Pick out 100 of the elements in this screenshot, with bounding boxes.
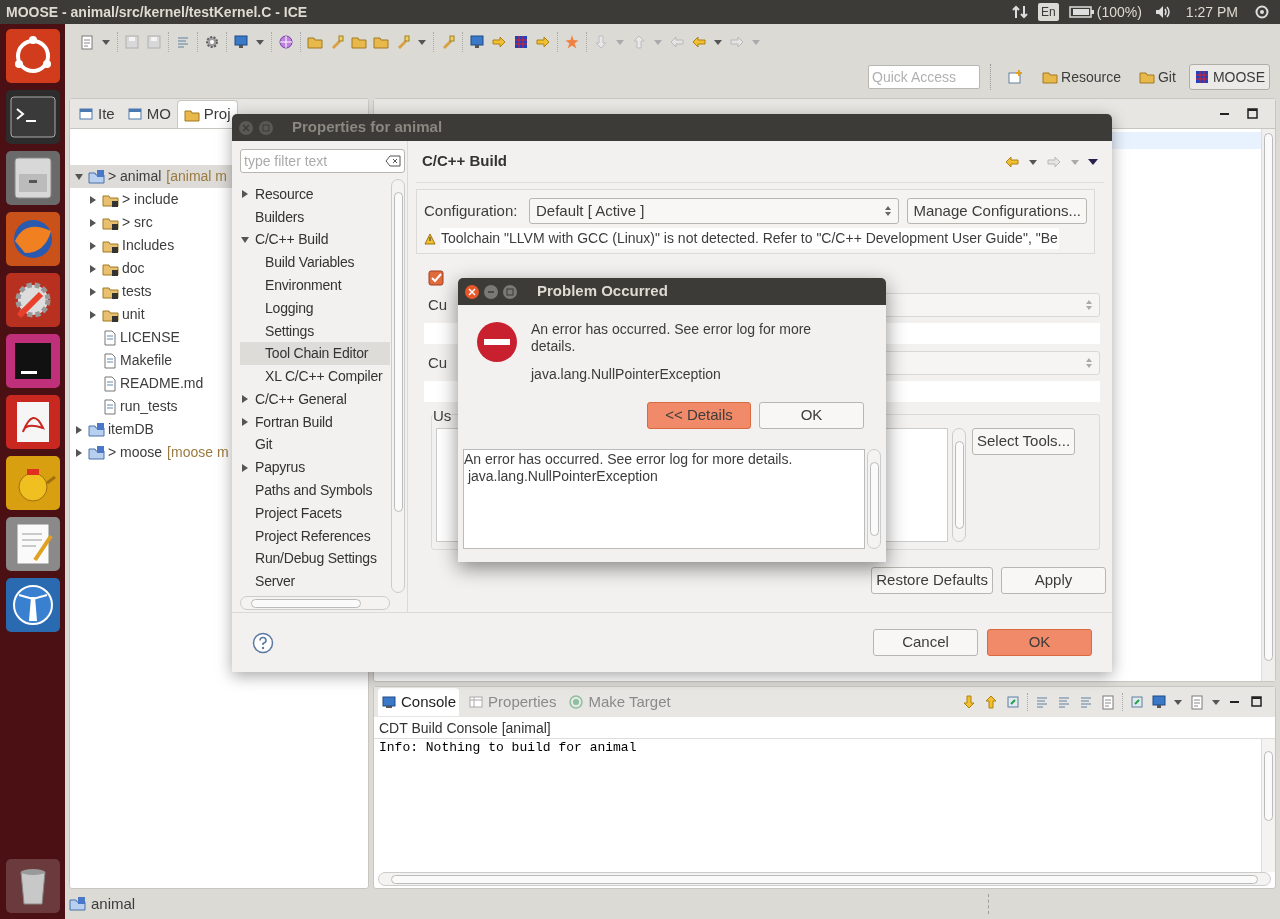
tree-item-label[interactable]: doc: [122, 258, 145, 279]
monitor-icon[interactable]: [469, 34, 485, 50]
close-icon[interactable]: [464, 283, 480, 300]
grid-icon[interactable]: [513, 34, 529, 50]
tree-item-label[interactable]: tests: [122, 281, 152, 302]
window-icon: [126, 106, 143, 122]
perspective-button[interactable]: MOOSE: [1188, 64, 1270, 90]
maximize-icon[interactable]: [1249, 694, 1265, 710]
document-icon[interactable]: [79, 34, 95, 50]
nav-item-highlight[interactable]: Tool Chain Editor: [240, 342, 390, 366]
pin-icon[interactable]: [1005, 694, 1021, 710]
checkbox[interactable]: [428, 270, 444, 286]
collapsed-arrow-icon[interactable]: [88, 309, 98, 320]
tree-item-label[interactable]: > include: [122, 189, 179, 210]
spinner-arrows-icon: [884, 205, 893, 217]
tree-item-label[interactable]: itemDB: [108, 419, 154, 440]
power-icon[interactable]: [1254, 4, 1270, 20]
arrow-icon[interactable]: [691, 34, 707, 50]
menu-icon[interactable]: [1088, 157, 1098, 166]
caret-icon[interactable]: [1173, 698, 1183, 706]
tree-item-label[interactable]: > moose: [108, 442, 163, 463]
restore-defaults-button[interactable]: Restore Defaults: [871, 567, 993, 594]
collapsed-arrow-icon[interactable]: [240, 394, 250, 405]
monitor-icon[interactable]: [233, 34, 249, 50]
expanded-arrow-icon[interactable]: [74, 171, 84, 182]
caret-icon[interactable]: [417, 38, 427, 46]
tree-item-label[interactable]: unit: [122, 304, 145, 325]
details-button[interactable]: << Details: [647, 402, 751, 429]
monitor-icon[interactable]: [1151, 694, 1167, 710]
collapsed-arrow-icon[interactable]: [240, 189, 250, 200]
battery-icon[interactable]: [1068, 5, 1095, 19]
expanded-arrow-icon[interactable]: [240, 234, 250, 245]
collapsed-arrow-icon[interactable]: [88, 217, 98, 228]
trash-icon[interactable]: [4, 858, 61, 914]
quick-access-field[interactable]: Quick Access: [868, 65, 981, 89]
maximize-icon[interactable]: [1245, 105, 1261, 122]
tree-item-label[interactable]: > src: [122, 212, 153, 233]
arrow-icon[interactable]: [983, 694, 999, 710]
clock[interactable]: 1:27 PM: [1185, 1, 1238, 23]
teapot-icon[interactable]: [4, 455, 61, 511]
tree-item-label[interactable]: LICENSE: [120, 327, 180, 348]
select-tools-button[interactable]: Select Tools...: [972, 428, 1076, 455]
tree-item-label[interactable]: Includes: [122, 235, 175, 256]
network-icon[interactable]: [1012, 4, 1029, 20]
collapsed-arrow-icon[interactable]: [88, 263, 98, 274]
project-folder-icon: [69, 896, 87, 912]
ok-button[interactable]: OK: [987, 629, 1092, 656]
collapsed-arrow-icon[interactable]: [88, 286, 98, 297]
clear-icon[interactable]: [385, 155, 401, 167]
apply-button[interactable]: Apply: [1001, 567, 1106, 594]
keyboard-indicator[interactable]: En: [1038, 3, 1059, 21]
view-tab[interactable]: MO: [120, 100, 177, 128]
text-editor-icon[interactable]: [4, 516, 61, 572]
status-bar-label: animal: [91, 893, 136, 914]
manage-configurations-button[interactable]: Manage Configurations...: [907, 198, 1087, 224]
view-tab[interactable]: Proj: [176, 100, 238, 128]
caret-icon[interactable]: [1211, 698, 1221, 706]
gear-icon[interactable]: [204, 34, 220, 50]
wrench-gear-icon[interactable]: [4, 272, 61, 328]
tree-item-label[interactable]: README.md: [120, 373, 204, 394]
collapsed-arrow-icon[interactable]: [88, 194, 98, 205]
caret-icon[interactable]: [101, 38, 111, 46]
square-icon[interactable]: [4, 333, 61, 389]
collapsed-arrow-icon[interactable]: [240, 462, 250, 473]
perspective-button[interactable]: Git: [1134, 64, 1181, 90]
filter-field[interactable]: type filter text: [240, 149, 405, 173]
details-text-line: java.lang.NullPointerException: [466, 468, 659, 485]
collapsed-arrow-icon[interactable]: [88, 240, 98, 251]
globe-icon[interactable]: [4, 211, 61, 267]
cancel-button[interactable]: Cancel: [873, 629, 978, 656]
globe-icon[interactable]: [278, 34, 294, 50]
tree-item-label[interactable]: run_tests: [120, 396, 178, 417]
ok-button[interactable]: OK: [759, 402, 864, 429]
arrow-icon[interactable]: [491, 34, 507, 50]
configuration-select[interactable]: Default [ Active ]: [529, 198, 900, 224]
arrow-icon[interactable]: [961, 694, 977, 710]
pdf-reader-icon[interactable]: [4, 394, 61, 450]
caret-icon[interactable]: [713, 38, 723, 46]
grid-icon: [1193, 69, 1210, 85]
collapsed-arrow-icon[interactable]: [240, 417, 250, 428]
terminal-icon[interactable]: [4, 89, 61, 145]
battery-percentage: (100%): [1096, 2, 1142, 22]
pin-icon[interactable]: [1129, 694, 1145, 710]
console-tab[interactable]: Console: [378, 688, 460, 716]
ubuntu-logo-icon[interactable]: [4, 28, 61, 84]
speaker-icon[interactable]: [1153, 4, 1172, 20]
tree-item-label[interactable]: Makefile: [120, 350, 173, 371]
caret-icon[interactable]: [255, 38, 265, 46]
view-tab[interactable]: Ite: [72, 100, 121, 128]
caret-icon[interactable]: [1028, 157, 1038, 166]
tree-item-label[interactable]: > animal: [108, 166, 162, 187]
collapsed-arrow-icon[interactable]: [74, 424, 84, 435]
open-perspective-icon[interactable]: [1007, 69, 1024, 85]
help-icon[interactable]: [252, 631, 274, 654]
perspective-button[interactable]: Resource: [1037, 64, 1126, 90]
collapsed-arrow-icon[interactable]: [74, 447, 84, 458]
lighthouse-icon[interactable]: [4, 577, 61, 633]
nav-item-label: Project References: [255, 526, 371, 546]
arrow-icon[interactable]: [535, 34, 551, 50]
file-cabinet-icon[interactable]: [4, 150, 61, 206]
